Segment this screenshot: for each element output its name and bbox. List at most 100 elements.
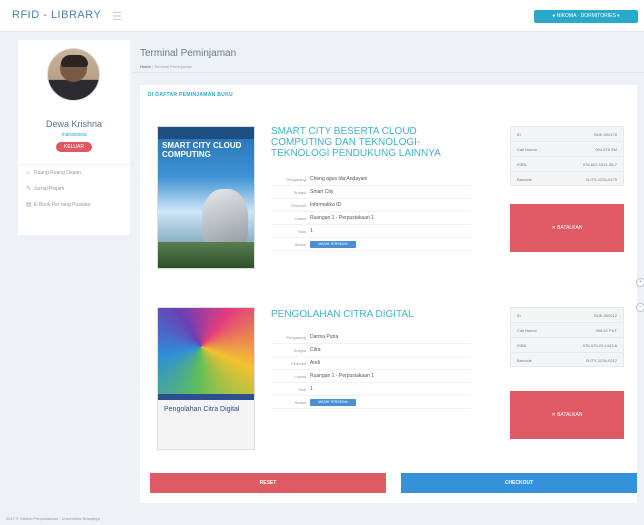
- meta-value: BUK-000178: [594, 132, 617, 137]
- detail-value: 1: [310, 228, 313, 234]
- detail-value: Andi: [310, 360, 321, 366]
- detail-label: Lokasi: [294, 374, 306, 379]
- avatar: [47, 48, 100, 101]
- status-badge: MASIH TERSEDIA: [310, 399, 356, 406]
- meta-label: Barcode: [517, 177, 532, 182]
- meta-label: Barcode: [517, 358, 532, 363]
- sidebar-menu: ⌂ Ruang Ruang Depan ✎ Jurnal Pinjam ▤ E-…: [18, 164, 130, 213]
- checkout-button[interactable]: CHECKOUT: [401, 473, 637, 493]
- book-details: Pengarang Darma Putra Subjek Citra Penerbi…: [271, 331, 471, 409]
- panel-title: DI DAFTAR PEMINJAMAN BUKU: [148, 92, 233, 98]
- user-menu-button[interactable]: ● NIKOMA · DORMITORIES ▾: [534, 10, 638, 23]
- detail-value: Ruangan 1 - Perpustakaan 1: [310, 215, 374, 221]
- cancel-button[interactable]: ✕ BATALKAN: [510, 204, 624, 252]
- meta-value: BUK-000212: [594, 313, 617, 318]
- meta-row: Barcode B-ITS-1234-0212: [511, 353, 623, 368]
- detail-label: Status: [294, 400, 306, 405]
- detail-row: Penerbit Informatika ID: [271, 199, 471, 212]
- detail-value: Smart City: [310, 189, 334, 195]
- book-meta-box: ID BUK-000212 Call Nomor 006.42 PUT ISBN 97…: [510, 307, 624, 367]
- cover-title: SMART CITY CLOUD COMPUTING: [162, 141, 242, 159]
- meta-label: ISBN: [517, 162, 527, 167]
- cover-illustration: [158, 308, 254, 394]
- cover-band: [158, 394, 254, 400]
- book-title[interactable]: PENGOLAHAN CITRA DIGITAL: [271, 309, 451, 320]
- zoom-out-button[interactable]: −: [636, 303, 644, 312]
- detail-value: Informatika ID: [310, 202, 342, 208]
- sidebar-item-home[interactable]: ⌂ Ruang Ruang Depan: [18, 165, 130, 181]
- detail-row: Lokasi Ruangan 1 - Perpustakaan 1: [271, 212, 471, 225]
- sidebar-item-label: Ruang Ruang Depan: [34, 170, 81, 176]
- detail-row: Subjek Smart City: [271, 186, 471, 199]
- brand-logo[interactable]: RFID - LIBRARY: [12, 9, 101, 21]
- detail-label: Lokasi: [294, 216, 306, 221]
- detail-label: Penerbit: [291, 203, 306, 208]
- zoom-in-button[interactable]: +: [636, 278, 644, 287]
- meta-row: Call Nomor 006.42 PUT: [511, 323, 623, 338]
- sidebar-item-journal[interactable]: ✎ Jurnal Pinjam: [18, 181, 130, 197]
- status-badge: MASIH TERSEDIA: [310, 241, 356, 248]
- meta-value: B-ITS-1234-0212: [586, 358, 617, 363]
- footer: 2017 © Sistem Perpustakaan - Universitas…: [6, 516, 100, 521]
- main-content: Terminal Peminjaman Home / Terminal Pemi…: [133, 40, 644, 510]
- meta-label: Call Nomor: [517, 328, 538, 333]
- meta-label: ID: [517, 132, 521, 137]
- detail-row: Stok 1: [271, 225, 471, 238]
- detail-label: Subjek: [293, 348, 306, 353]
- loan-panel: DI DAFTAR PEMINJAMAN BUKU SMART CITY CLO…: [140, 85, 637, 503]
- detail-row: Pengarang Darma Putra: [271, 331, 471, 344]
- detail-row: Status MASIH TERSEDIA: [271, 238, 471, 251]
- sidebar-item-label: Jurnal Pinjam: [34, 186, 65, 192]
- profile-role: mahasiswa: [61, 132, 87, 138]
- book-icon: ▤: [26, 202, 32, 208]
- profile-name: Dewa Krishna: [45, 119, 103, 129]
- detail-label: Pengarang: [286, 335, 306, 340]
- meta-row: ID BUK-000212: [511, 308, 623, 323]
- detail-value: Citra: [310, 347, 321, 353]
- meta-row: Call Nomor 004.678 SM: [511, 142, 623, 157]
- meta-label: ISBN: [517, 343, 527, 348]
- meta-label: ID: [517, 313, 521, 318]
- cancel-button[interactable]: ✕ BATALKAN: [510, 391, 624, 439]
- detail-row: Subjek Citra: [271, 344, 471, 357]
- logout-button[interactable]: KELUAR: [56, 142, 92, 152]
- detail-label: Stok: [297, 387, 306, 392]
- meta-row: ISBN 978-602-1514-35-7: [511, 157, 623, 172]
- breadcrumb-current: / Terminal Peminjaman: [151, 64, 193, 69]
- detail-label: Stok: [297, 229, 306, 234]
- meta-value: 978-602-1514-35-7: [582, 162, 617, 167]
- cover-title: Pengolahan Citra Digital: [164, 406, 240, 413]
- meta-label: Call Nomor: [517, 147, 538, 152]
- detail-row: Status MASIH TERSEDIA: [271, 396, 471, 409]
- reset-button[interactable]: RESET: [150, 473, 386, 493]
- avatar-hair: [61, 55, 88, 67]
- book-cover: SMART CITY CLOUD COMPUTING: [157, 126, 255, 269]
- book-item: Pengolahan Citra Digital PENGOLAHAN CITR…: [140, 307, 637, 457]
- breadcrumb-home[interactable]: Home: [140, 64, 151, 69]
- sidebar-item-label: E-Book Per tang Pustaka: [34, 202, 91, 208]
- book-meta-box: ID BUK-000178 Call Nomor 004.678 SM ISBN 97…: [510, 126, 624, 186]
- detail-value: 1: [310, 386, 313, 392]
- detail-row: Lokasi Ruangan 1 - Perpustakaan 1: [271, 370, 471, 383]
- detail-row: Pengarang Cheng agus Ida Andayani: [271, 173, 471, 186]
- detail-label: Subjek: [293, 190, 306, 195]
- detail-row: Penerbit Andi: [271, 357, 471, 370]
- cover-band: [158, 127, 254, 139]
- sidebar: Dewa Krishna mahasiswa KELUAR ⌂ Ruang Ru…: [18, 40, 130, 235]
- book-title[interactable]: SMART CITY BESERTA CLOUD COMPUTING DAN T…: [271, 126, 451, 159]
- bars-icon[interactable]: ☰: [112, 10, 122, 23]
- meta-row: ISBN 978-979-29-1443-6: [511, 338, 623, 353]
- detail-value: Darma Putra: [310, 334, 339, 340]
- book-details: Pengarang Cheng agus Ida Andayani Subjek S…: [271, 173, 471, 251]
- divider: [133, 72, 644, 73]
- book-cover: Pengolahan Citra Digital: [157, 307, 255, 450]
- sidebar-item-ebook[interactable]: ▤ E-Book Per tang Pustaka: [18, 197, 130, 213]
- detail-label: Penerbit: [291, 361, 306, 366]
- meta-row: Barcode B-ITS-1234-0179: [511, 172, 623, 187]
- detail-label: Status: [294, 242, 306, 247]
- meta-row: ID BUK-000178: [511, 127, 623, 142]
- meta-value: 006.42 PUT: [595, 328, 617, 333]
- detail-row: Stok 1: [271, 383, 471, 396]
- cover-illustration-base: [158, 242, 254, 268]
- pencil-icon: ✎: [26, 186, 32, 192]
